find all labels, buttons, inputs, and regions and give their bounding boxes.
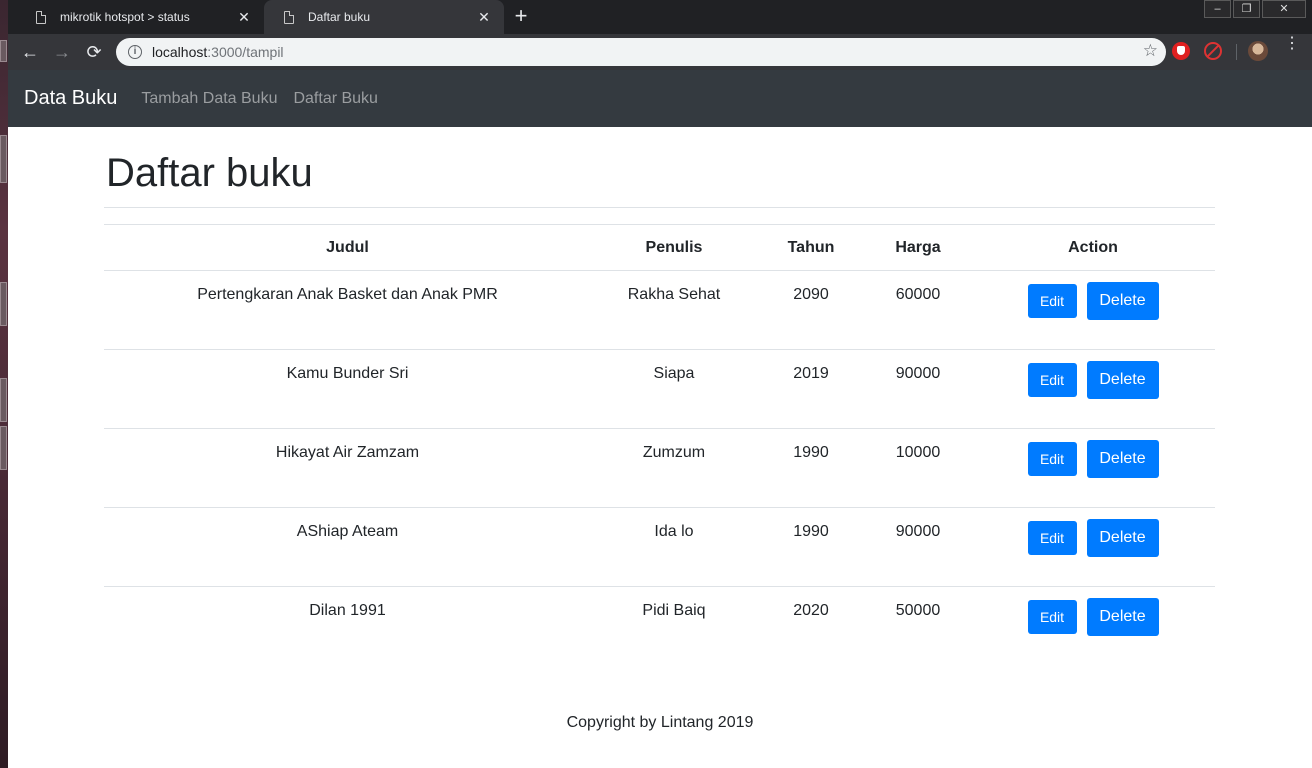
site-navbar: Data Buku Tambah Data Buku Daftar Buku	[8, 70, 1312, 127]
reload-icon[interactable]: ⟳	[82, 40, 106, 64]
star-icon[interactable]: ☆	[1143, 41, 1158, 61]
table-row: Hikayat Air Zamzam Zumzum 1990 10000 Edi…	[104, 428, 1215, 508]
table-row: Kamu Bunder Sri Siapa 2019 90000 Edit Del…	[104, 349, 1215, 429]
cell-judul: Kamu Bunder Sri	[104, 349, 591, 429]
navbar-brand[interactable]: Data Buku	[24, 87, 117, 110]
menu-icon[interactable]: ⋮	[1284, 36, 1300, 52]
edit-button[interactable]: Edit	[1027, 521, 1077, 555]
edit-button[interactable]: Edit	[1027, 363, 1077, 397]
address-bar[interactable]: i localhost:3000/tampil ☆	[116, 38, 1166, 66]
close-tab-icon[interactable]: ✕	[236, 9, 252, 26]
tab-title: mikrotik hotspot > status	[60, 10, 190, 24]
block-extension-icon[interactable]	[1204, 42, 1222, 60]
cell-penulis: Zumzum	[591, 428, 757, 508]
delete-button[interactable]: Delete	[1086, 519, 1159, 557]
delete-button[interactable]: Delete	[1086, 440, 1159, 478]
book-table: Judul Penulis Tahun Harga Action Perteng…	[104, 224, 1215, 666]
column-header-action: Action	[971, 224, 1215, 271]
cell-penulis: Siapa	[591, 349, 757, 429]
new-tab-button[interactable]: +	[508, 4, 534, 30]
cell-judul: Hikayat Air Zamzam	[104, 428, 591, 508]
cell-judul: Dilan 1991	[104, 586, 591, 666]
cell-tahun: 1990	[757, 507, 865, 587]
browser-tab-strip: mikrotik hotspot > status ✕ Daftar buku …	[8, 0, 1312, 34]
tab-title: Daftar buku	[308, 10, 371, 24]
nav-link-tambah[interactable]: Tambah Data Buku	[141, 90, 277, 108]
column-header-harga: Harga	[865, 224, 971, 271]
profile-avatar[interactable]	[1248, 41, 1268, 61]
cell-action: Edit Delete	[971, 349, 1215, 429]
cell-action: Edit Delete	[971, 428, 1215, 508]
document-icon	[36, 10, 46, 24]
cell-action: Edit Delete	[971, 507, 1215, 587]
page-title: Daftar buku	[106, 151, 313, 195]
cell-harga: 60000	[895, 286, 941, 303]
back-icon[interactable]: ←	[18, 40, 42, 64]
stop-hand-extension-icon[interactable]	[1172, 42, 1190, 60]
restore-icon[interactable]: ❐	[1233, 0, 1260, 18]
edit-button[interactable]: Edit	[1027, 284, 1077, 318]
cell-action: Edit Delete	[971, 271, 1215, 350]
desktop-edge	[0, 0, 8, 768]
table-row: Dilan 1991 Pidi Baiq 2020 50000 Edit Dele…	[104, 586, 1215, 666]
cell-judul: AShiap Ateam	[104, 507, 591, 587]
column-header-penulis: Penulis	[591, 224, 757, 271]
cell-harga: 10000	[865, 428, 971, 508]
info-icon[interactable]: i	[128, 45, 142, 59]
window-close-icon[interactable]: ✕	[1262, 0, 1306, 18]
cell-penulis: Ida lo	[591, 507, 757, 587]
cell-penulis: Pidi Baiq	[591, 586, 757, 666]
nav-link-daftar[interactable]: Daftar Buku	[293, 90, 377, 108]
browser-toolbar: ← → ⟳ i localhost:3000/tampil ☆ ⋮	[8, 34, 1312, 70]
cell-judul: Pertengkaran Anak Basket dan Anak PMR	[197, 286, 498, 303]
delete-button[interactable]: Delete	[1086, 282, 1159, 320]
url-text: localhost:3000/tampil	[152, 44, 284, 60]
document-icon	[284, 10, 294, 24]
cell-tahun: 2019	[757, 349, 865, 429]
forward-icon[interactable]: →	[50, 40, 74, 64]
cell-tahun: 1990	[757, 428, 865, 508]
column-header-judul: Judul	[104, 224, 591, 271]
edit-button[interactable]: Edit	[1027, 600, 1077, 634]
window-controls: ‒ ❐ ✕	[1202, 0, 1306, 18]
table-row: AShiap Ateam Ida lo 1990 90000 Edit Delet…	[104, 507, 1215, 587]
cell-penulis: Rakha Sehat	[627, 286, 721, 303]
cell-action: Edit Delete	[971, 586, 1215, 666]
minimize-icon[interactable]: ‒	[1204, 0, 1231, 18]
divider	[1236, 44, 1237, 60]
footer-copyright: Copyright by Lintang 2019	[566, 714, 754, 731]
delete-button[interactable]: Delete	[1086, 598, 1159, 636]
cell-harga: 90000	[865, 507, 971, 587]
delete-button[interactable]: Delete	[1086, 361, 1159, 399]
table-header-row: Judul Penulis Tahun Harga Action	[104, 224, 1215, 271]
cell-tahun: 2090	[793, 286, 829, 303]
browser-tab[interactable]: mikrotik hotspot > status ✕	[16, 0, 264, 34]
column-header-tahun: Tahun	[757, 224, 865, 271]
close-tab-icon[interactable]: ✕	[476, 9, 492, 26]
main-content: Daftar buku Judul Penulis Tahun Harga Ac…	[104, 127, 1215, 666]
divider	[104, 207, 1215, 208]
table-row: Pertengkaran Anak Basket dan Anak PMR Ra…	[104, 271, 1215, 350]
cell-harga: 50000	[865, 586, 971, 666]
cell-harga: 90000	[865, 349, 971, 429]
cell-tahun: 2020	[757, 586, 865, 666]
browser-tab-active[interactable]: Daftar buku ✕	[264, 0, 504, 34]
edit-button[interactable]: Edit	[1027, 442, 1077, 476]
